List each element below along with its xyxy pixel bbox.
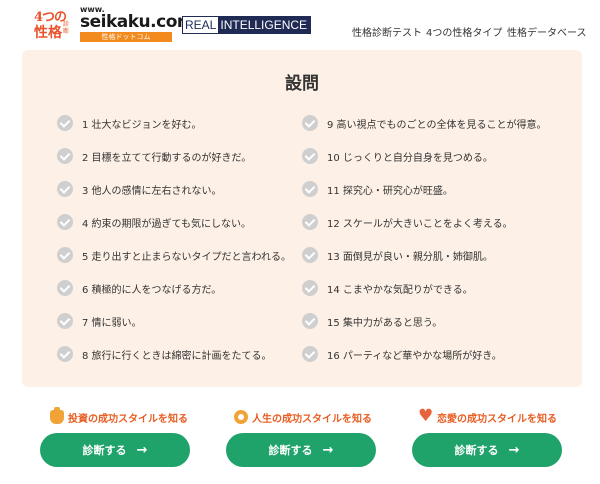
question-text: 14 こまやかな気配りができる。 (327, 284, 473, 296)
check-circle-icon[interactable] (57, 280, 73, 296)
question-item[interactable]: 16 パーティなど華やかな場所が好き。 (302, 344, 502, 364)
cta-label-text: 投資の成功スタイルを知る (68, 413, 188, 425)
question-item[interactable]: 9 高い視点でものごとの全体を見ることが得意。 (302, 113, 546, 133)
check-circle-icon[interactable] (57, 148, 73, 164)
check-circle-icon[interactable] (57, 247, 73, 263)
question-item[interactable]: 11 探究心・研究心が旺盛。 (302, 179, 453, 199)
diagnose-love-button[interactable]: 診断する → (412, 433, 562, 467)
question-text: 10 じっくりと自分自身を見つめる。 (327, 152, 493, 164)
cta-label-love: 恋愛の成功スタイルを知る (418, 407, 557, 425)
nav-four-types[interactable]: 4つの性格タイプ (426, 24, 502, 39)
check-circle-icon[interactable] (302, 313, 318, 329)
logo-side-text: 診断 (63, 21, 70, 35)
question-text: 9 高い視点でものごとの全体を見ることが得意。 (327, 119, 547, 131)
button-label: 診断する (454, 444, 499, 457)
question-item[interactable]: 8 旅行に行くときは綿密に計画をたてる。 (57, 344, 272, 364)
question-item[interactable]: 4 約束の期限が過ぎても気にしない。 (57, 212, 251, 232)
arrow-right-icon: → (136, 442, 148, 458)
cta-label-text: 恋愛の成功スタイルを知る (437, 413, 557, 425)
cta-label-life: 人生の成功スタイルを知る (234, 409, 372, 425)
check-circle-icon[interactable] (57, 115, 73, 131)
arrow-right-icon: → (508, 442, 520, 458)
lightbulb-icon (234, 410, 248, 424)
check-circle-icon[interactable] (57, 214, 73, 230)
question-text: 2 目標を立てて行動するのが好きだ。 (82, 152, 252, 164)
check-circle-icon[interactable] (57, 181, 73, 197)
seikaku-logo[interactable]: www. seikaku.com 性格ドットコム (80, 5, 195, 42)
question-text: 1 壮大なビジョンを好む。 (82, 119, 202, 131)
question-item[interactable]: 13 面倒見が良い・親分肌・姉御肌。 (302, 245, 493, 265)
question-item[interactable]: 6 積極的に人をつなげる方だ。 (57, 278, 221, 298)
question-item[interactable]: 2 目標を立てて行動するのが好きだ。 (57, 146, 251, 166)
question-item[interactable]: 3 他人の感情に左右されない。 (57, 179, 222, 199)
check-circle-icon[interactable] (57, 313, 73, 329)
check-circle-icon[interactable] (302, 247, 318, 263)
heart-icon (418, 407, 433, 425)
seikaku-domain: seikaku.com (80, 12, 195, 32)
question-item[interactable]: 15 集中力があると思う。 (302, 311, 442, 331)
4types-logo[interactable]: 4つの 性格 診断 (34, 6, 74, 41)
question-text: 12 スケールが大きいことをよく考える。 (327, 218, 513, 230)
question-item[interactable]: 12 スケールが大きいことをよく考える。 (302, 212, 513, 232)
logo-bottom-text: 性格 (34, 25, 62, 41)
check-circle-icon[interactable] (302, 280, 318, 296)
diagnose-investment-button[interactable]: 診断する → (40, 433, 190, 467)
nav-database[interactable]: 性格データベース (507, 24, 587, 39)
check-circle-icon[interactable] (57, 346, 73, 362)
question-item[interactable]: 1 壮大なビジョンを好む。 (57, 113, 202, 133)
button-label: 診断する (82, 444, 127, 457)
question-text: 13 面倒見が良い・親分肌・姉御肌。 (327, 251, 493, 263)
question-text: 7 情に弱い。 (82, 317, 142, 329)
money-bag-icon (50, 407, 64, 424)
nav-personality-test[interactable]: 性格診断テスト (352, 24, 422, 39)
arrow-right-icon: → (322, 442, 334, 458)
cta-label-investment: 投資の成功スタイルを知る (50, 407, 188, 425)
cta-label-text: 人生の成功スタイルを知る (252, 413, 372, 425)
questions-title: 設問 (285, 74, 319, 94)
site-header: 4つの 性格 診断 www. seikaku.com 性格ドットコム REAL … (0, 0, 600, 46)
question-item[interactable]: 7 情に弱い。 (57, 311, 142, 331)
diagnose-life-button[interactable]: 診断する → (226, 433, 376, 467)
question-text: 6 積極的に人をつなげる方だ。 (82, 284, 222, 296)
question-text: 4 約束の期限が過ぎても気にしない。 (82, 218, 252, 230)
question-item[interactable]: 5 走り出すと止まらないタイプだと言われる。 (57, 245, 291, 265)
check-circle-icon[interactable] (302, 115, 318, 131)
question-item[interactable]: 10 じっくりと自分自身を見つめる。 (302, 146, 493, 166)
real-text: REAL (183, 17, 219, 33)
seikaku-kana: 性格ドットコム (80, 32, 172, 42)
question-text: 11 探究心・研究心が旺盛。 (327, 185, 453, 197)
question-card: 設問 1 壮大なビジョンを好む。 2 目標を立てて行動するのが好きだ。 3 他人の感… (22, 50, 582, 387)
question-text: 3 他人の感情に左右されない。 (82, 185, 222, 197)
check-circle-icon[interactable] (302, 214, 318, 230)
question-text: 15 集中力があると思う。 (327, 317, 443, 329)
check-circle-icon[interactable] (302, 181, 318, 197)
question-text: 16 パーティなど華やかな場所が好き。 (327, 350, 502, 362)
question-text: 5 走り出すと止まらないタイプだと言われる。 (82, 251, 292, 263)
intelligence-text: INTELLIGENCE (218, 17, 311, 33)
check-circle-icon[interactable] (302, 346, 318, 362)
question-item[interactable]: 14 こまやかな気配りができる。 (302, 278, 473, 298)
button-label: 診断する (268, 444, 313, 457)
check-circle-icon[interactable] (302, 148, 318, 164)
real-intelligence-logo[interactable]: REAL INTELLIGENCE (182, 16, 312, 34)
question-text: 8 旅行に行くときは綿密に計画をたてる。 (82, 350, 272, 362)
